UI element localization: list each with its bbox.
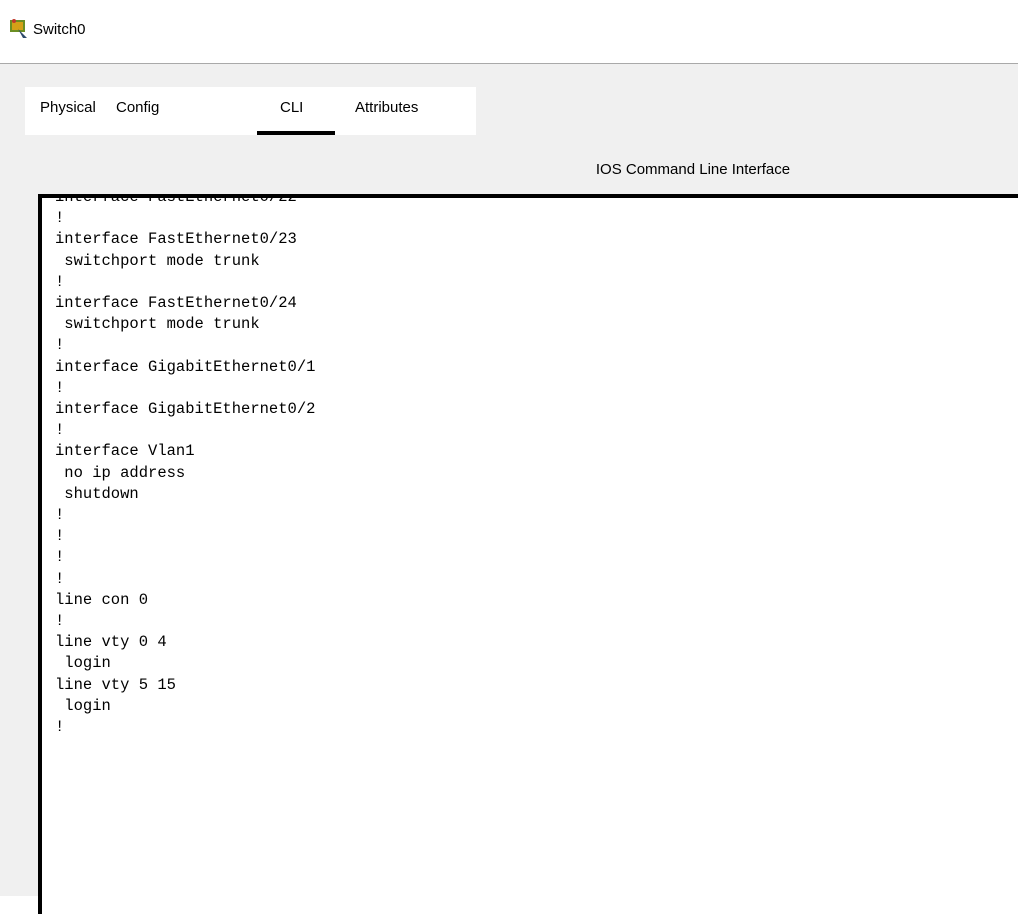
cli-line: ! [55,548,65,567]
tab-config[interactable]: Config [116,98,159,118]
cli-line: ! [55,378,65,397]
cli-line: ! [55,272,65,291]
cli-line: interface FastEthernet0/24 [55,294,297,313]
tab-attributes[interactable]: Attributes [355,98,418,118]
cli-line: line con 0 [55,590,149,609]
cli-line: ! [55,209,65,228]
cli-line: no ip address [55,463,186,482]
window-titlebar: Switch0 [0,0,1018,64]
cli-line: ! [55,718,65,737]
tab-bar: Physical Config CLI Attributes [25,87,476,135]
cli-line: switchport mode trunk [55,251,260,270]
cli-line: line vty 0 4 [55,633,167,652]
window-title: Switch0 [33,21,86,38]
cli-line: ! [55,527,65,546]
cli-line: ! [55,336,65,355]
cli-line: login [55,696,111,715]
cli-line: ! [55,421,65,440]
selected-tab-indicator [257,131,335,135]
device-dialog-content: Physical Config CLI Attributes IOS Comma… [0,64,1018,914]
cli-line: ! [55,612,65,631]
cli-line: ! [55,569,65,588]
tab-cli[interactable]: CLI [280,98,303,118]
cli-line: interface FastEthernet0/22 [55,194,297,206]
cli-line: login [55,654,111,673]
cli-line: line vty 5 15 [55,675,176,694]
cli-line: interface GigabitEthernet0/2 [55,400,316,419]
cli-line: ! [55,506,65,525]
cli-line: interface Vlan1 [55,442,195,461]
cli-line: interface GigabitEthernet0/1 [55,357,316,376]
cli-line: interface FastEthernet0/23 [55,230,297,249]
tab-physical[interactable]: Physical [40,98,96,118]
cisco-switch-icon [10,19,27,38]
cli-output: interface FastEthernet0/22 ! interface F… [55,194,316,738]
cli-line: shutdown [55,484,139,503]
cli-terminal[interactable]: interface FastEthernet0/22 ! interface F… [38,194,1018,914]
cli-line: switchport mode trunk [55,315,260,334]
panel-title: IOS Command Line Interface [595,161,791,178]
